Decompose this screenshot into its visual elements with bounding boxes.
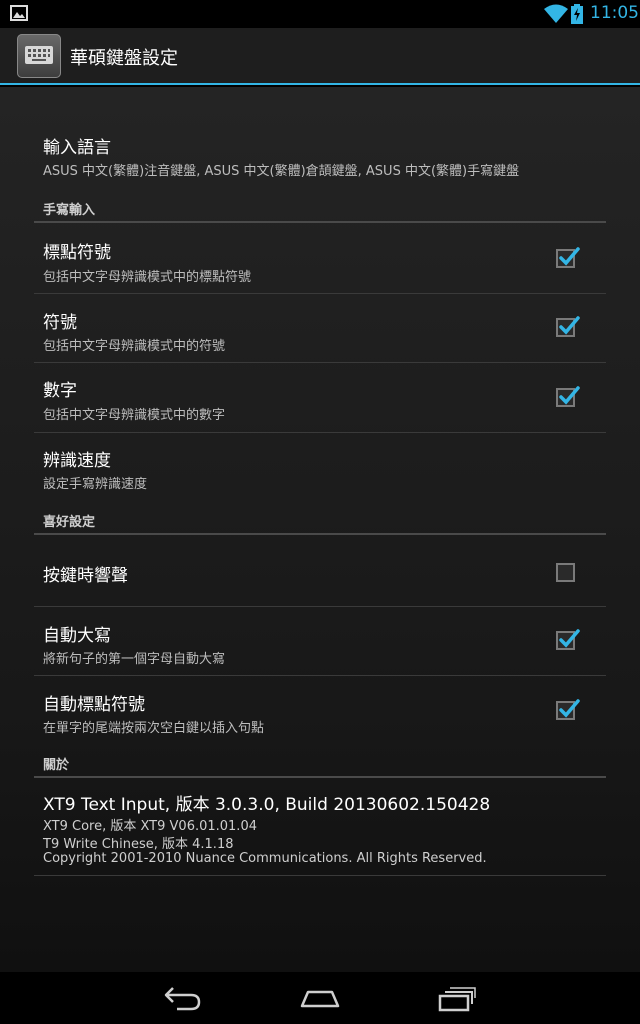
checkbox[interactable] (556, 563, 575, 582)
status-clock: 11:05 (590, 3, 639, 23)
item-title: 符號 (43, 313, 77, 333)
category-label: 喜好設定 (43, 515, 96, 530)
recents-icon[interactable] (437, 984, 477, 1016)
about-line: Copyright 2001-2010 Nuance Communication… (43, 851, 487, 866)
pref-recognition-speed[interactable]: 辨識速度 設定手寫辨識速度 (34, 433, 606, 503)
item-title: 按鍵時響聲 (43, 566, 128, 586)
checkbox[interactable] (556, 247, 580, 268)
item-summary: ASUS 中文(繁體)注音鍵盤, ASUS 中文(繁體)倉頡鍵盤, ASUS 中… (43, 164, 520, 179)
checkbox[interactable] (556, 316, 580, 337)
checkbox[interactable] (556, 699, 580, 720)
about-line: XT9 Core, 版本 XT9 V06.01.01.04 (43, 819, 257, 834)
pref-symbols[interactable]: 符號 包括中文字母辨識模式中的符號 (34, 294, 606, 363)
keyboard-icon[interactable] (17, 34, 61, 78)
item-title: 自動大寫 (43, 626, 111, 646)
action-bar: 華碩鍵盤設定 (0, 28, 640, 85)
check-icon (559, 386, 580, 405)
gallery-icon (10, 5, 28, 25)
item-summary: 包括中文字母辨識模式中的標點符號 (43, 270, 252, 285)
navigation-bar (0, 972, 640, 1024)
category-label: 關於 (43, 758, 70, 773)
item-summary: 在單字的尾端按兩次空白鍵以插入句點 (43, 721, 265, 736)
pref-punctuation[interactable]: 標點符號 包括中文字母辨識模式中的標點符號 (34, 224, 606, 294)
check-icon (559, 629, 580, 648)
category-handwriting: 手寫輸入 (34, 193, 606, 223)
item-title: 辨識速度 (43, 451, 111, 471)
item-summary: 將新句子的第一個字母自動大寫 (43, 652, 226, 667)
about-line: T9 Write Chinese, 版本 4.1.18 (43, 837, 234, 852)
item-summary: 設定手寫辨識速度 (43, 477, 148, 492)
pref-key-sound[interactable]: 按鍵時響聲 (34, 537, 606, 607)
item-title: 標點符號 (43, 243, 111, 263)
check-icon (559, 247, 580, 266)
checkbox[interactable] (556, 386, 580, 407)
category-label: 手寫輸入 (43, 203, 96, 218)
input-language-item[interactable]: 輸入語言 ASUS 中文(繁體)注音鍵盤, ASUS 中文(繁體)倉頡鍵盤, A… (34, 117, 606, 187)
page-title: 華碩鍵盤設定 (70, 48, 178, 69)
category-about: 關於 (34, 748, 606, 778)
check-icon (559, 316, 580, 335)
pref-digits[interactable]: 數字 包括中文字母辨識模式中的數字 (34, 363, 606, 433)
about-item[interactable]: XT9 Text Input, 版本 3.0.3.0, Build 201306… (34, 780, 606, 876)
checkbox[interactable] (556, 629, 580, 650)
item-title: 輸入語言 (43, 138, 111, 158)
item-summary: 包括中文字母辨識模式中的數字 (43, 408, 226, 423)
pref-auto-capitalize[interactable]: 自動大寫 將新句子的第一個字母自動大寫 (34, 607, 606, 676)
pref-auto-punctuation[interactable]: 自動標點符號 在單字的尾端按兩次空白鍵以插入句點 (34, 676, 606, 746)
check-icon (559, 699, 580, 718)
home-icon[interactable] (299, 984, 341, 1016)
status-bar: 11:05 (0, 0, 640, 28)
item-title: 自動標點符號 (43, 695, 145, 715)
wifi-icon (544, 4, 568, 28)
battery-charging-icon (571, 4, 583, 28)
item-summary: 包括中文字母辨識模式中的符號 (43, 339, 226, 354)
category-preferences: 喜好設定 (34, 505, 606, 535)
back-icon[interactable] (163, 984, 203, 1016)
settings-list: 輸入語言 ASUS 中文(繁體)注音鍵盤, ASUS 中文(繁體)倉頡鍵盤, A… (0, 87, 640, 972)
about-title: XT9 Text Input, 版本 3.0.3.0, Build 201306… (43, 795, 491, 815)
item-title: 數字 (43, 381, 77, 401)
